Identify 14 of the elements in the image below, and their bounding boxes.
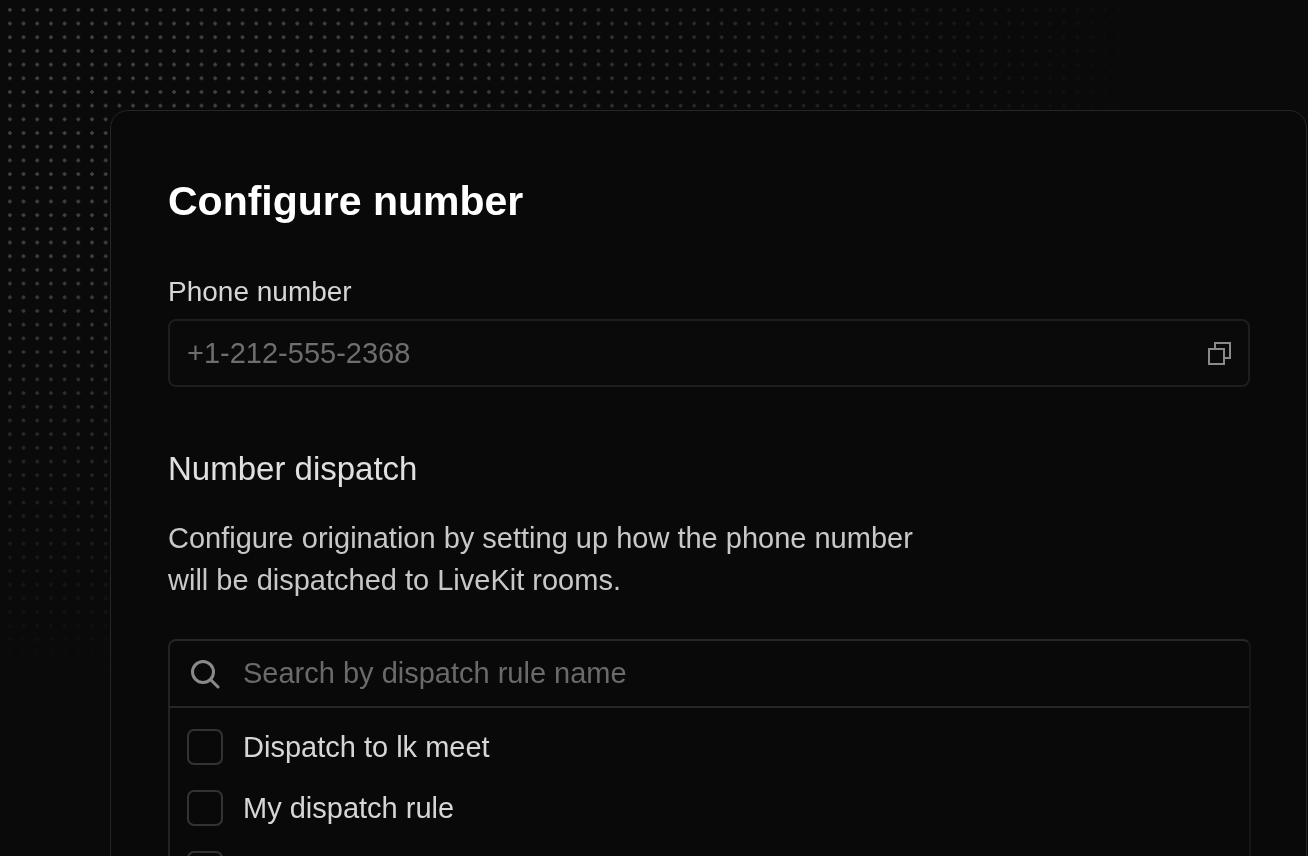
- checkbox[interactable]: [187, 728, 223, 765]
- field-label: Phone number: [168, 275, 353, 309]
- copy-icon: [1208, 342, 1231, 365]
- copy-button[interactable]: [1208, 342, 1231, 365]
- search-icon: [190, 659, 220, 689]
- search-field[interactable]: Search by dispatch rule name: [170, 641, 1249, 708]
- phone-number-field[interactable]: +1-212-555-2368: [168, 319, 1250, 387]
- rule-label[interactable]: My dispatch rule: [243, 790, 455, 825]
- dispatch-rule-picker[interactable]: Search by dispatch rule name Dispatch to lk meet My dispatch rule: [168, 639, 1251, 856]
- section-description: Configure origination by setting up how the phone number will be dispatched to LiveKit rooms.: [168, 521, 914, 598]
- dialog-title: Configure number: [168, 177, 525, 225]
- checkbox[interactable]: [187, 789, 223, 826]
- rule-label[interactable]: Dispatch to lk meet: [243, 729, 490, 764]
- section-heading: Number dispatch: [168, 449, 419, 489]
